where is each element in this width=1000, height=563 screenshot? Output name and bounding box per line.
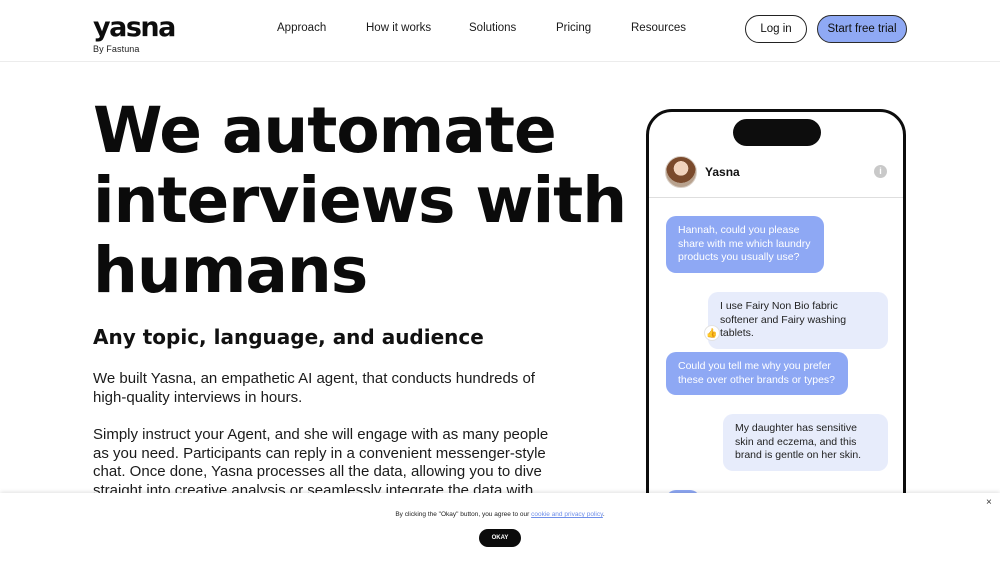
cookie-message: By clicking the "Okay" button, you agree… <box>395 511 530 518</box>
cookie-banner: By clicking the "Okay" button, you agree… <box>0 493 1000 563</box>
chat-message-user-2: My daughter has sensitive skin and eczem… <box>723 414 888 471</box>
nav-resources[interactable]: Resources <box>631 22 686 34</box>
nav-solutions[interactable]: Solutions <box>469 22 516 34</box>
close-icon[interactable]: × <box>986 497 992 508</box>
cookie-policy-link[interactable]: cookie and privacy policy <box>531 511 603 518</box>
thumbs-up-reaction-icon: 👍 <box>704 325 720 341</box>
avatar <box>665 156 697 188</box>
hero-title-line-2: interviews with <box>93 164 627 237</box>
cookie-okay-button[interactable]: OKAY <box>479 529 521 547</box>
hero-title: We automate interviews with humans <box>93 94 627 307</box>
chat-contact-name: Yasna <box>705 165 740 179</box>
nav-how-it-works[interactable]: How it works <box>366 22 431 34</box>
chat-message-agent-2: Could you tell me why you prefer these o… <box>666 352 848 395</box>
nav-pricing[interactable]: Pricing <box>556 22 591 34</box>
hero-paragraph-1: We built Yasna, an empathetic AI agent, … <box>93 370 535 406</box>
info-icon[interactable]: i <box>874 165 887 178</box>
site-header: yasna By Fastuna Approach How it works S… <box>0 0 1000 62</box>
chat-message-user-1: I use Fairy Non Bio fabric softener and … <box>708 292 888 349</box>
logo-tagline: By Fastuna <box>93 44 140 54</box>
hero-subtitle: Any topic, language, and audience <box>93 325 484 349</box>
logo-wordmark: yasna <box>93 12 176 43</box>
logo[interactable]: yasna By Fastuna <box>93 12 176 55</box>
hero-title-line-1: We automate <box>93 94 557 167</box>
hero-paragraph-2: Simply instruct your Agent, and she will… <box>93 426 549 499</box>
phone-mockup: Yasna i Hannah, could you please share w… <box>646 109 906 529</box>
cookie-text: By clicking the "Okay" button, you agree… <box>0 511 1000 518</box>
hero-title-line-3: humans <box>93 234 368 307</box>
start-free-trial-button[interactable]: Start free trial <box>817 15 907 43</box>
login-button[interactable]: Log in <box>745 15 807 43</box>
nav-approach[interactable]: Approach <box>277 22 326 34</box>
phone-notch <box>733 119 821 146</box>
chat-message-agent-1: Hannah, could you please share with me w… <box>666 216 824 273</box>
cookie-period: . <box>602 511 605 518</box>
chat-header: Yasna i <box>649 150 903 198</box>
